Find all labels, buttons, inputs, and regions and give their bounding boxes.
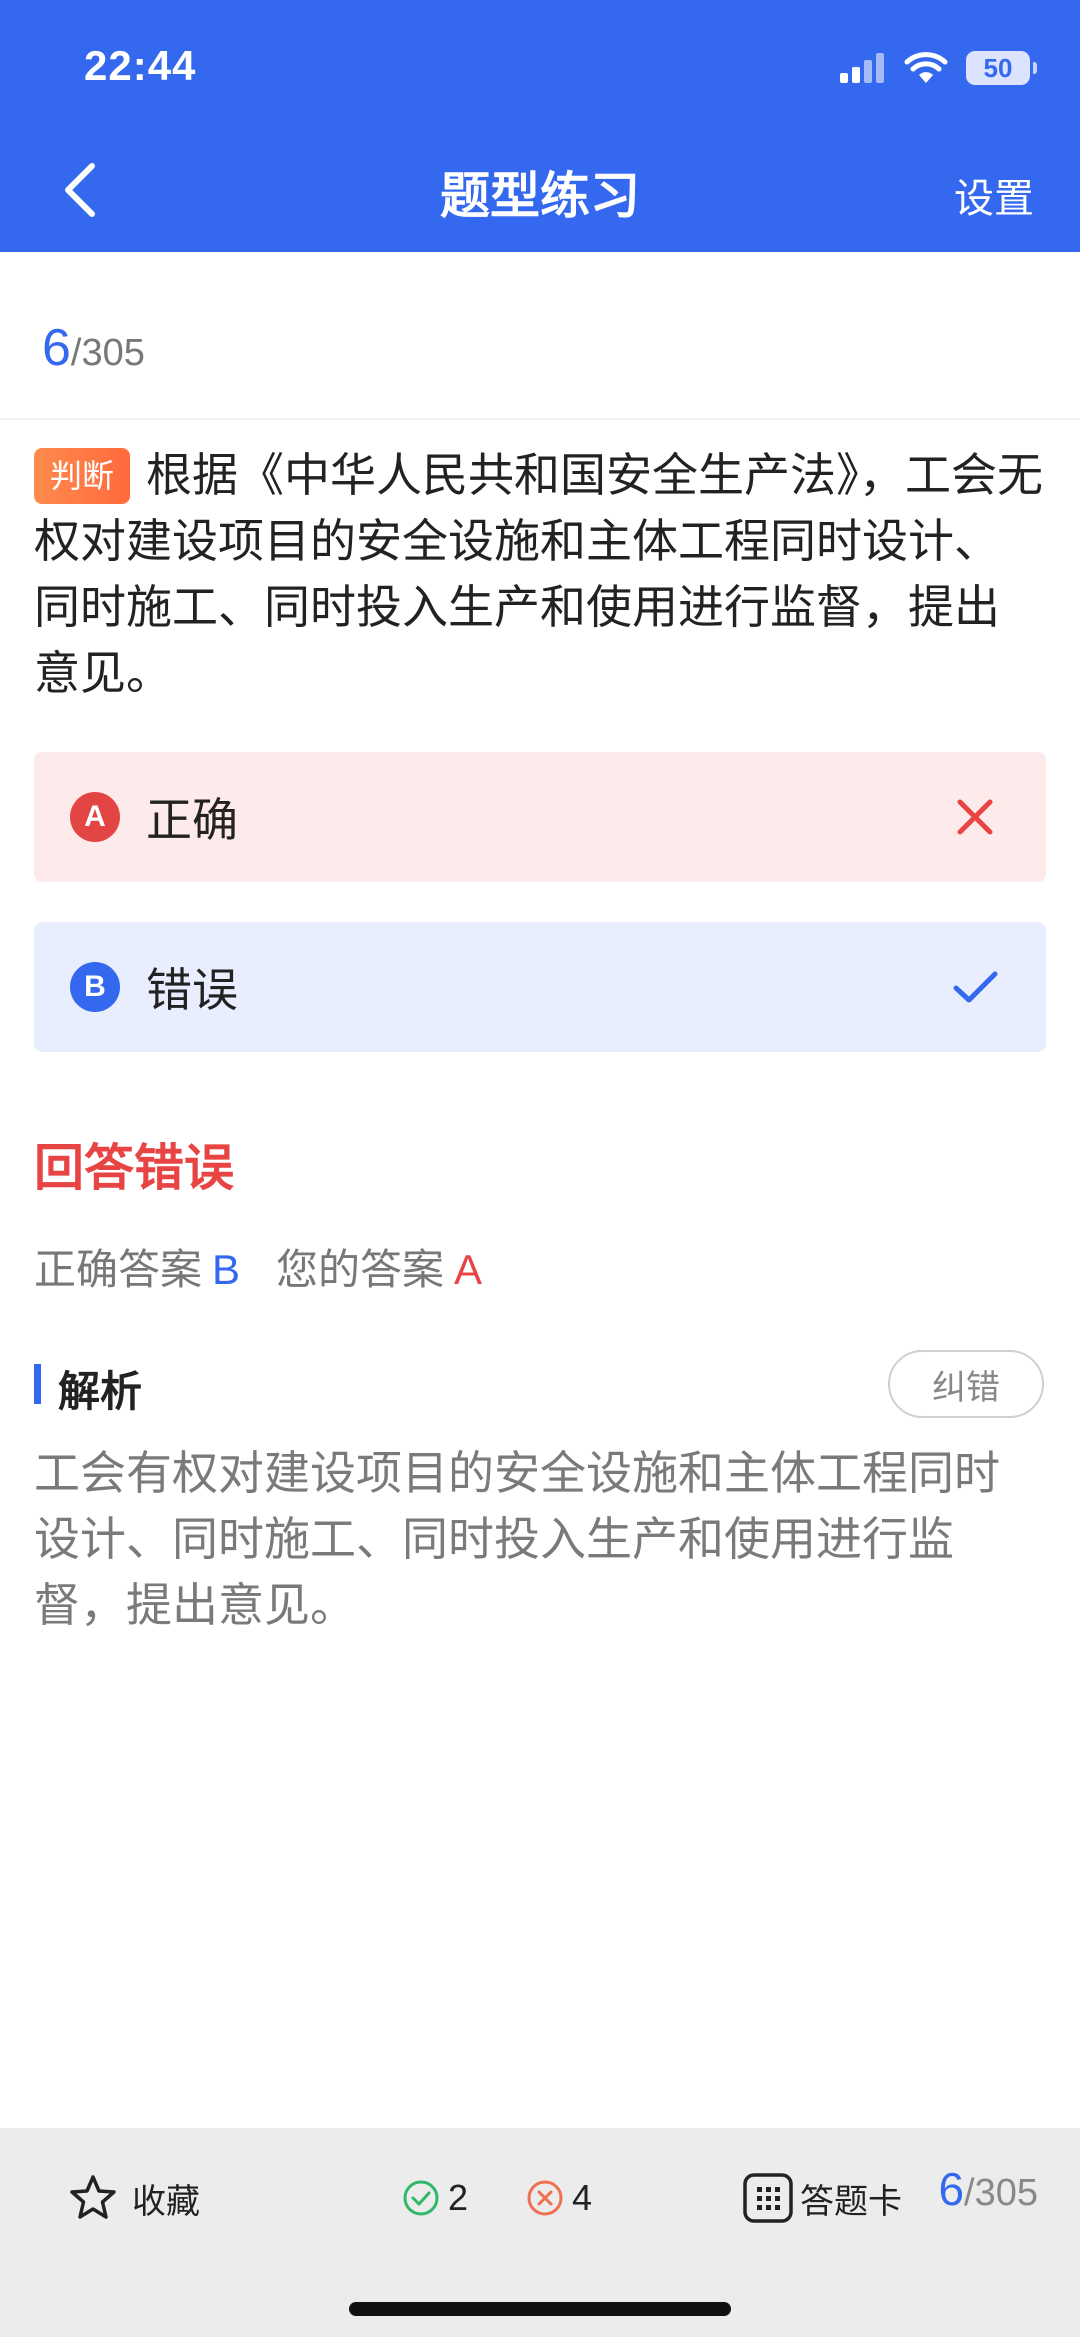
option-text: 正确 (146, 794, 238, 846)
result-title: 回答错误 (34, 1140, 234, 1196)
report-error-button[interactable]: 纠错 (888, 1350, 1044, 1418)
wrong-count-value: 4 (572, 2177, 593, 2218)
wrong-count: 4 (526, 2168, 592, 2228)
option-letter: A (70, 792, 120, 842)
question-progress: 6/305 (42, 318, 145, 378)
check-circle-icon (403, 2180, 439, 2216)
status-time: 22:44 (84, 42, 197, 89)
answer-summary: 正确答案 B 您的答案 A (34, 1236, 482, 1297)
your-answer-label: 您的答案 (276, 1246, 445, 1293)
progress-current: 6 (42, 319, 71, 377)
option-b[interactable]: B 错误 (34, 922, 1046, 1052)
check-icon (953, 971, 998, 1003)
analysis-accent-bar (34, 1364, 41, 1404)
question-text: 根据《中华人民共和国安全生产法》，工会无权对建设项目的安全设施和主体工程同时设计… (34, 449, 1044, 699)
answer-card-button[interactable]: 答题卡 (742, 2168, 902, 2228)
answer-card-label: 答题卡 (800, 2182, 902, 2221)
divider (0, 418, 1080, 420)
status-icons: 50 (840, 46, 1037, 90)
question-type-tag: 判断 (34, 448, 131, 504)
top-header: 22:44 50 题型练习 设置 (0, 0, 1080, 252)
favorite-button[interactable]: 收藏 (68, 2168, 200, 2228)
correct-answer-label: 正确答案 (34, 1246, 203, 1293)
progress-total: /305 (70, 332, 145, 374)
option-letter: B (70, 962, 120, 1012)
bottom-progress-total: /305 (964, 2172, 1038, 2214)
analysis-text: 工会有权对建设项目的安全设施和主体工程同时设计、同时施工、同时投入生产和使用进行… (34, 1447, 1000, 1631)
cross-circle-icon (527, 2180, 563, 2216)
page-title: 题型练习 (440, 168, 640, 224)
bottom-progress: 6/305 (938, 2162, 1038, 2216)
your-answer-value: A (454, 1246, 483, 1293)
right-count: 2 (402, 2168, 468, 2228)
correct-answer-value: B (212, 1246, 241, 1293)
cellular-signal-icon (840, 53, 884, 83)
settings-button[interactable]: 设置 (954, 166, 1034, 224)
grid-icon (743, 2173, 793, 2223)
analysis-title: 解析 (58, 1368, 143, 1415)
question-stem: 判断 根据《中华人民共和国安全生产法》，工会无权对建设项目的安全设施和主体工程同时… (34, 442, 1044, 706)
option-text: 错误 (146, 964, 238, 1016)
cross-icon (957, 799, 993, 835)
wifi-icon (904, 52, 948, 83)
star-icon (70, 2175, 116, 2219)
battery-indicator: 50 (966, 51, 1037, 85)
favorite-label: 收藏 (132, 2182, 200, 2221)
right-count-value: 2 (448, 2177, 469, 2218)
home-indicator (349, 2302, 731, 2316)
option-a[interactable]: A 正确 (34, 752, 1046, 882)
bottom-progress-current: 6 (938, 2163, 965, 2215)
